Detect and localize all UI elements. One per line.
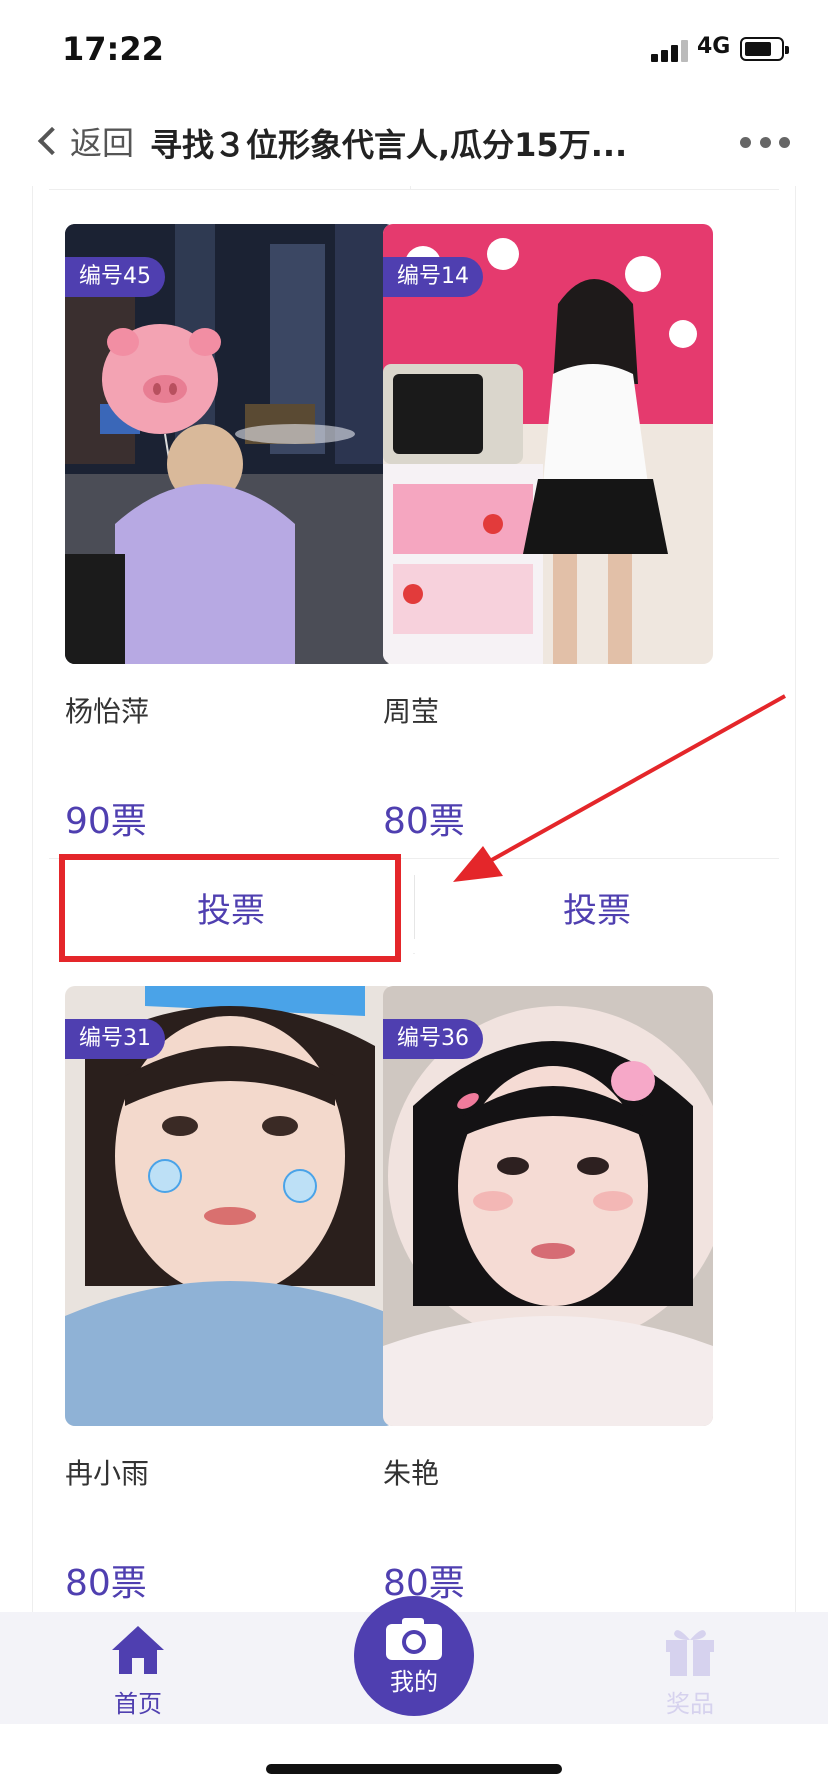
back-button[interactable]: 返回 [34,118,134,164]
vote-count: 80票 [65,1563,147,1604]
home-icon [112,1626,164,1674]
battery-icon [740,37,789,61]
contestant-name: 冉小雨 [65,1457,150,1490]
back-label: 返回 [70,124,135,162]
tab-prize[interactable]: 奖品 [620,1612,760,1724]
contestant-grid: 编号45 杨怡萍 90票 编号14 周莹 80票 投票 投票 编号31 冉小雨 … [32,186,796,1612]
camera-icon [386,1618,442,1660]
annotation-arrow-icon [453,694,786,882]
camera-button[interactable]: 我的 [354,1596,474,1716]
gift-icon [666,1630,714,1676]
network-type: 4G [697,34,731,59]
more-icon[interactable] [740,134,790,150]
contestant-name: 朱艳 [383,1457,440,1490]
page-title: 寻找３位形象代言人,瓜分15万... [150,126,628,164]
tab-home[interactable]: 首页 [68,1612,208,1724]
status-bar: 17:22 4G [0,0,828,96]
tab-label: 我的 [390,1668,438,1696]
tab-label: 首页 [114,1690,162,1718]
tab-label: 奖品 [666,1690,714,1718]
chevron-left-icon [37,126,67,156]
nav-bar: 返回 寻找３位形象代言人,瓜分15万... [0,96,828,186]
home-indicator [266,1764,562,1774]
signal-icon [651,38,689,62]
tab-bar: 首页 我的 奖品 [0,1596,828,1724]
status-time: 17:22 [62,30,164,68]
page: 17:22 4G 返回 寻找３位形象代言人,瓜分15万... 编号45 杨怡萍 … [0,0,828,1792]
